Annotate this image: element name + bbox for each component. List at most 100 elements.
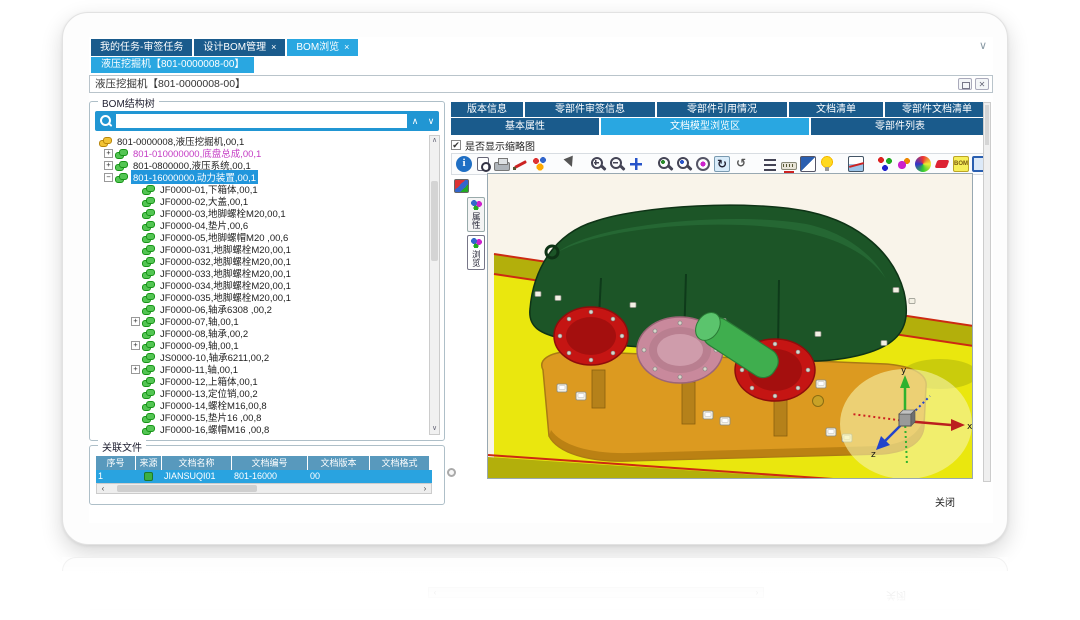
eraser-icon[interactable] [935, 160, 950, 168]
explode-icon[interactable] [877, 156, 893, 172]
light-icon[interactable] [819, 156, 835, 172]
table-hscrollbar[interactable]: ‹ › [96, 483, 432, 494]
document-source-icon [144, 472, 153, 481]
stamp-icon[interactable] [896, 156, 912, 172]
scroll-thumb[interactable] [431, 181, 438, 261]
tree-item[interactable]: JF0000-12,上箱体,00,1 [95, 375, 428, 387]
part-link-icon [142, 377, 155, 386]
select-icon[interactable] [561, 156, 577, 172]
hscroll-thumb[interactable] [117, 485, 257, 492]
zoom-dynamic-icon[interactable] [676, 156, 692, 172]
detail-tab[interactable]: 零部件审签信息 [525, 102, 655, 117]
files-column-header[interactable]: 来源 [136, 456, 162, 470]
layers-icon[interactable] [762, 156, 778, 172]
expand-icon[interactable]: + [131, 341, 140, 350]
part-link-icon [142, 413, 155, 422]
expand-icon[interactable]: + [104, 149, 113, 158]
measure-icon[interactable] [781, 162, 797, 170]
tree-item[interactable]: JF0000-08,轴承,00,2 [95, 327, 428, 339]
viewer-side-tab[interactable]: 属性 [467, 197, 485, 232]
tree-item[interactable]: JF0000-03,地脚螺栓M20,00,1 [95, 207, 428, 219]
detail-scrollbar[interactable] [983, 102, 991, 482]
rotate-target-icon[interactable] [695, 156, 711, 172]
part-link-icon [142, 425, 155, 434]
files-column-header[interactable]: 文档版本 [308, 456, 370, 470]
detail-tab[interactable]: 文档清单 [789, 102, 883, 117]
scroll-down-icon[interactable]: ∨ [430, 424, 439, 434]
color-wheel-icon[interactable] [915, 156, 931, 172]
tree-item[interactable]: JF0000-06,轴承6308 ,00,2 [95, 303, 428, 315]
spin-icon[interactable] [733, 156, 749, 172]
main-tab[interactable]: BOM浏览× [287, 39, 358, 56]
chevron-down-icon[interactable]: ∨ [979, 39, 987, 52]
part-link-icon [115, 173, 128, 182]
detail-tab[interactable]: 零部件文档清单 [885, 102, 989, 117]
tree-item[interactable]: JF0000-01,下箱体,00,1 [95, 183, 428, 195]
tree-item[interactable]: +JF0000-11,轴,00,1 [95, 363, 428, 375]
main-tab[interactable]: 设计BOM管理 × [194, 39, 285, 56]
scroll-left-icon[interactable]: ‹ [97, 484, 109, 493]
view-tab-bar: 基本属性文档模型浏览区零部件列表 [451, 118, 991, 135]
files-column-header[interactable]: 文档名称 [162, 456, 232, 470]
view-tab[interactable]: 文档模型浏览区 [601, 118, 809, 135]
3d-viewport[interactable]: x y z [487, 173, 973, 479]
part-link-icon [142, 257, 155, 266]
tree-item[interactable]: −801-16000000,动力装置,00,1 [95, 171, 428, 183]
expand-icon[interactable]: + [131, 365, 140, 374]
close-button[interactable]: 关闭 [935, 494, 955, 509]
expand-icon[interactable]: + [131, 317, 140, 326]
files-column-header[interactable]: 序号 [96, 456, 136, 470]
files-column-header[interactable]: 文档编号 [232, 456, 308, 470]
tree-item[interactable]: JS0000-10,轴承6211,00,2 [95, 351, 428, 363]
collapse-icon[interactable]: − [104, 173, 113, 182]
scroll-right-icon[interactable]: › [419, 484, 431, 493]
preview-icon[interactable] [477, 157, 489, 171]
main-tab-label: 设计BOM管理 [203, 39, 266, 56]
file-row[interactable]: 1JIANSUQI01801-1600000 [96, 470, 432, 483]
model-cube-icon[interactable] [454, 179, 469, 193]
bom-icon[interactable] [953, 156, 969, 172]
view-tab[interactable]: 零部件列表 [811, 118, 989, 135]
tree-item[interactable]: +JF0000-07,轴,00,1 [95, 315, 428, 327]
orbit-icon[interactable] [714, 156, 730, 172]
expand-icon[interactable]: + [104, 161, 113, 170]
axis-z-label: z [871, 450, 876, 460]
section-icon[interactable] [848, 156, 864, 172]
fit-icon[interactable] [628, 156, 644, 172]
tab-close-icon[interactable]: × [344, 39, 349, 56]
viewer-side-tab[interactable]: 浏览 [467, 235, 485, 270]
related-files-label: 关联文件 [98, 439, 146, 454]
side-tab-label: 属性 [472, 212, 481, 229]
tree-scrollbar[interactable]: ∧ ∨ [429, 135, 440, 435]
zoom-out-icon[interactable] [609, 156, 625, 172]
search-up-button[interactable]: ∧ [407, 116, 423, 127]
main-tab[interactable]: 我的任务-审签任务 [91, 39, 192, 56]
part-link-icon [142, 365, 155, 374]
print-icon[interactable] [494, 162, 510, 171]
zoom-in-icon[interactable] [590, 156, 606, 172]
tree-item[interactable]: JF0000-16,螺帽M16 ,00,8 [95, 423, 428, 435]
part-link-icon [142, 353, 155, 362]
close-icon[interactable]: ✕ [975, 78, 989, 90]
document-viewer: 属性浏览 [451, 173, 981, 481]
bom-tree: 801-0000008,液压挖掘机,00,1+801-010000000,底盘总… [95, 135, 428, 435]
search-down-button[interactable]: ∨ [423, 116, 439, 127]
detail-tab[interactable]: 版本信息 [451, 102, 523, 117]
maximize-button[interactable] [958, 78, 972, 90]
scroll-up-icon[interactable]: ∧ [430, 136, 439, 146]
flange-left[interactable] [554, 307, 628, 365]
view-tab[interactable]: 基本属性 [451, 118, 599, 135]
detail-tab[interactable]: 零部件引用情况 [657, 102, 787, 117]
search-input[interactable] [116, 114, 407, 128]
files-column-header[interactable]: 文档格式 [370, 456, 430, 470]
annotate-icon[interactable] [513, 156, 529, 172]
palette-icon[interactable] [532, 156, 548, 172]
part-link-icon [142, 401, 155, 410]
thumbnail-checkbox[interactable]: ✔ [451, 140, 461, 150]
side-tab-label: 浏览 [472, 250, 481, 267]
tab-close-icon[interactable]: × [271, 39, 276, 56]
display-mode-icon[interactable] [800, 156, 816, 172]
info-icon[interactable] [456, 156, 472, 172]
zoom-area-icon[interactable] [657, 156, 673, 172]
document-tab[interactable]: 液压挖掘机【801-0000008-00】 [91, 57, 254, 73]
